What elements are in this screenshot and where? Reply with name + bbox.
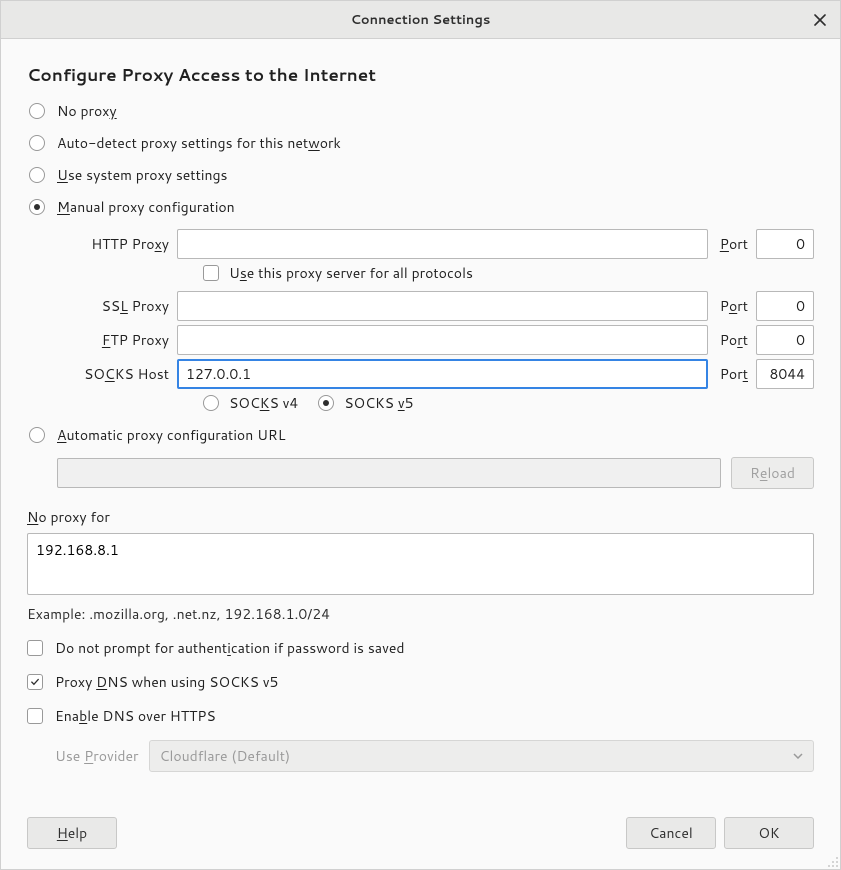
page-heading: Configure Proxy Access to the Internet	[27, 63, 814, 87]
radio-indicator	[29, 167, 45, 183]
dialog-content: Configure Proxy Access to the Internet N…	[1, 39, 840, 805]
checkbox-label: Enable DNS over HTTPS	[55, 706, 216, 726]
dialog-footer: Help Cancel OK	[1, 805, 840, 869]
socks-port-label: Port	[720, 364, 748, 384]
radio-indicator	[29, 103, 45, 119]
no-proxy-for-label: No proxy for	[27, 507, 814, 527]
radio-socks-v4[interactable]	[203, 395, 219, 411]
radio-auto-detect[interactable]: Auto-detect proxy settings for this netw…	[29, 133, 814, 153]
radio-label: Automatic proxy configuration URL	[57, 425, 285, 445]
no-proxy-for-textarea[interactable]	[27, 533, 814, 595]
ssl-proxy-host-input[interactable]	[177, 291, 708, 321]
http-proxy-label: HTTP Proxy	[57, 234, 173, 254]
radio-label: Auto-detect proxy settings for this netw…	[57, 133, 341, 153]
ftp-proxy-label: FTP Proxy	[57, 330, 173, 350]
ssl-proxy-label: SSL Proxy	[57, 296, 173, 316]
socks-v4-label: SOCKS v4	[229, 393, 298, 413]
help-button[interactable]: Help	[27, 817, 117, 849]
socks-version-group: SOCKS v4 SOCKS v5	[203, 393, 814, 413]
ssl-proxy-port-label: Port	[720, 296, 748, 316]
radio-socks-v5[interactable]	[318, 395, 334, 411]
check-proxy-dns-socks5[interactable]: Proxy DNS when using SOCKS v5	[27, 672, 814, 692]
close-icon	[814, 14, 826, 26]
checkbox-indicator	[27, 640, 43, 656]
ftp-proxy-port-input[interactable]	[756, 325, 814, 355]
radio-label: Use system proxy settings	[57, 165, 228, 185]
radio-label: Manual proxy configuration	[57, 197, 235, 217]
cancel-button[interactable]: Cancel	[626, 817, 716, 849]
socks-host-input[interactable]	[177, 359, 708, 389]
ftp-proxy-port-label: Port	[720, 330, 748, 350]
checkbox-label: Use this proxy server for all protocols	[229, 263, 473, 283]
ftp-proxy-host-input[interactable]	[177, 325, 708, 355]
socks-port-input[interactable]	[756, 359, 814, 389]
ssl-proxy-port-input[interactable]	[756, 291, 814, 321]
http-proxy-port-label: Port	[720, 234, 748, 254]
http-proxy-port-input[interactable]	[756, 229, 814, 259]
socks-v5-label: SOCKS v5	[344, 393, 413, 413]
http-proxy-host-input[interactable]	[177, 229, 708, 259]
doh-provider-value: Cloudflare (Default)	[160, 746, 291, 766]
auto-config-url-row: Reload	[57, 457, 814, 489]
resize-grip-icon[interactable]	[825, 854, 839, 868]
radio-indicator	[29, 199, 45, 215]
checkbox-label: Proxy DNS when using SOCKS v5	[55, 672, 278, 692]
no-proxy-example: Example: .mozilla.org, .net.nz, 192.168.…	[27, 604, 814, 624]
titlebar: Connection Settings	[1, 1, 840, 39]
ftp-proxy-row: FTP Proxy Port	[57, 325, 814, 355]
check-no-auth-prompt[interactable]: Do not prompt for authentication if pass…	[27, 638, 814, 658]
check-enable-doh[interactable]: Enable DNS over HTTPS	[27, 706, 814, 726]
reload-button: Reload	[731, 457, 814, 489]
ok-button[interactable]: OK	[724, 817, 814, 849]
checkbox-indicator	[27, 708, 43, 724]
doh-provider-select: Cloudflare (Default)	[149, 740, 814, 772]
radio-auto-config-url[interactable]: Automatic proxy configuration URL	[29, 425, 814, 445]
checkbox-indicator	[27, 674, 43, 690]
radio-manual-proxy[interactable]: Manual proxy configuration	[29, 197, 814, 217]
radio-indicator	[29, 135, 45, 151]
checkbox-label: Do not prompt for authentication if pass…	[55, 638, 405, 658]
http-proxy-row: HTTP Proxy Port	[57, 229, 814, 259]
socks-host-row: SOCKS Host Port	[57, 359, 814, 389]
radio-label: No proxy	[57, 101, 117, 121]
auto-config-url-input	[57, 458, 721, 488]
radio-indicator	[29, 427, 45, 443]
radio-no-proxy[interactable]: No proxy	[29, 101, 814, 121]
doh-provider-label: Use Provider	[55, 746, 139, 766]
socks-host-label: SOCKS Host	[57, 364, 173, 384]
radio-system-proxy[interactable]: Use system proxy settings	[29, 165, 814, 185]
chevron-down-icon	[793, 753, 803, 759]
manual-proxy-grid: HTTP Proxy Port Use this proxy server fo…	[57, 229, 814, 413]
close-button[interactable]	[810, 10, 830, 30]
use-for-all-row[interactable]: Use this proxy server for all protocols	[203, 263, 814, 283]
checkbox-indicator	[203, 265, 219, 281]
connection-settings-dialog: Connection Settings Configure Proxy Acce…	[0, 0, 841, 870]
doh-provider-row: Use Provider Cloudflare (Default)	[55, 740, 814, 772]
window-title: Connection Settings	[351, 11, 491, 29]
ssl-proxy-row: SSL Proxy Port	[57, 291, 814, 321]
